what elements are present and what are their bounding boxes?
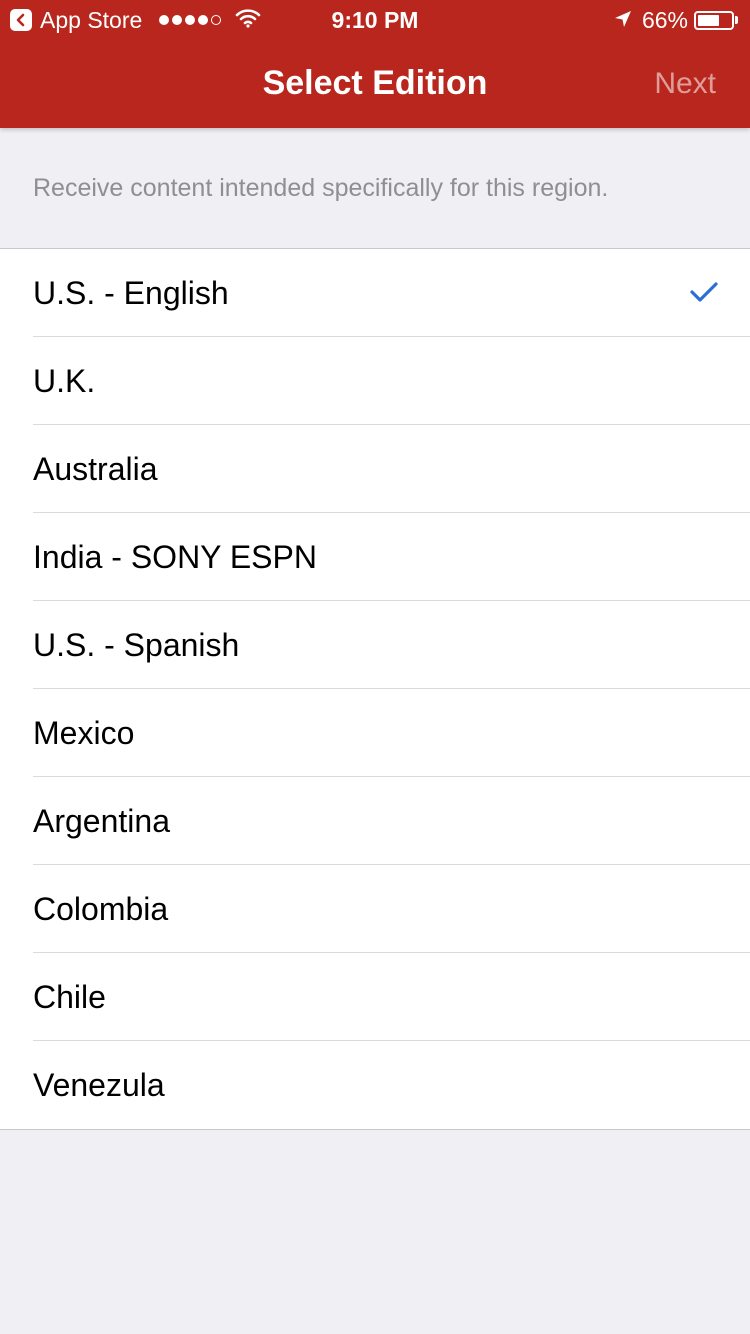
battery-percent: 66%: [641, 7, 688, 33]
edition-row[interactable]: Colombia: [0, 865, 750, 953]
edition-row[interactable]: U.K.: [0, 337, 750, 425]
edition-label: Chile: [33, 979, 106, 1015]
edition-row[interactable]: U.S. - English: [0, 249, 750, 337]
region-caption: Receive content intended specifically fo…: [33, 174, 609, 202]
status-right: 66%: [614, 6, 738, 34]
checkmark-icon: [690, 282, 718, 302]
edition-label: U.S. - English: [33, 275, 229, 311]
edition-label: India - SONY ESPN: [33, 539, 317, 575]
battery-level: [698, 14, 720, 26]
edition-row[interactable]: U.S. - Spanish: [0, 601, 750, 689]
battery-nub: [735, 16, 738, 24]
edition-row[interactable]: Australia: [0, 425, 750, 513]
status-bar: App Store 9:10 PM 66%: [0, 0, 750, 40]
header-bar: App Store 9:10 PM 66% Select Edition Nex…: [0, 0, 750, 128]
edition-label: Venezula: [33, 1067, 165, 1103]
next-button[interactable]: Next: [654, 64, 716, 104]
edition-label: Colombia: [33, 891, 169, 927]
page-title: Select Edition: [262, 64, 488, 102]
edition-label: U.S. - Spanish: [33, 627, 240, 663]
edition-label: Australia: [33, 451, 158, 487]
location-arrow-icon: [614, 7, 632, 34]
edition-label: U.K.: [33, 363, 96, 399]
edition-row[interactable]: India - SONY ESPN: [0, 513, 750, 601]
edition-list: U.S. - English U.K. Australia India - SONY …: [0, 248, 750, 1130]
edition-label: Argentina: [33, 803, 170, 839]
edition-row[interactable]: Argentina: [0, 777, 750, 865]
edition-row[interactable]: Chile: [0, 953, 750, 1041]
edition-label: Mexico: [33, 715, 135, 751]
battery-icon: [694, 10, 734, 30]
edition-row[interactable]: Mexico: [0, 689, 750, 777]
edition-row[interactable]: Venezula: [0, 1041, 750, 1129]
